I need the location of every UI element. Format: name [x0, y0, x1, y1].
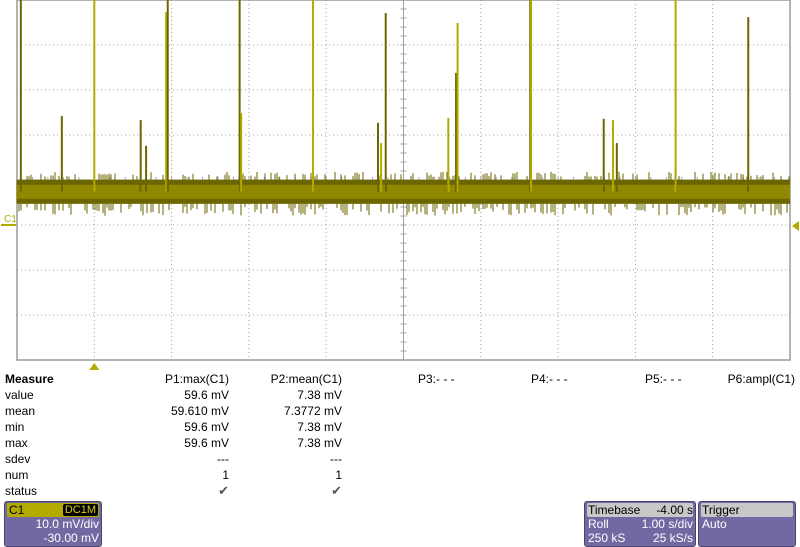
p3-header[interactable]: P3:- - - — [418, 372, 455, 386]
p1-num: 1 — [222, 468, 229, 482]
c1-label: C1 — [9, 503, 25, 517]
p1-max: 59.6 mV — [184, 436, 229, 450]
c1-channel-box[interactable]: C1 DC1M 10.0 mV/div -30.00 mV — [4, 501, 102, 547]
trigger-position-marker — [89, 363, 100, 370]
trigger-label: Trigger — [702, 503, 740, 517]
p1-sdev: --- — [217, 452, 229, 466]
timebase-label: Timebase — [588, 503, 641, 517]
trigger-mode: Auto — [702, 517, 727, 531]
row-label-status: status — [5, 484, 38, 498]
row-label-max: max — [5, 436, 28, 450]
row-label-min: min — [5, 420, 25, 434]
timebase-mode: Roll — [588, 517, 609, 531]
p2-mean: 7.3772 mV — [283, 404, 342, 418]
channel-marker-label: C1 — [4, 214, 17, 225]
p2-value: 7.38 mV — [297, 388, 342, 402]
measure-title: Measure — [5, 372, 54, 386]
coupling-badge: DC1M — [62, 504, 98, 516]
row-label-sdev: sdev — [5, 452, 31, 466]
channel-offset: -30.00 mV — [43, 531, 99, 545]
p1-value: 59.6 mV — [184, 388, 229, 402]
row-label-mean: mean — [5, 404, 36, 418]
row-label-num: num — [5, 468, 29, 482]
trigger-level-marker — [792, 221, 799, 231]
p4-header[interactable]: P4:- - - — [531, 372, 568, 386]
p1-status: ✔ — [218, 483, 229, 498]
volts-per-div: 10.0 mV/div — [35, 517, 99, 531]
p1-header[interactable]: P1:max(C1) — [165, 372, 229, 386]
p1-min: 59.6 mV — [184, 420, 229, 434]
p2-max: 7.38 mV — [297, 436, 342, 450]
p2-num: 1 — [335, 468, 342, 482]
timebase-box[interactable]: Timebase -4.00 s Roll 1.00 s/div 250 kS … — [584, 501, 696, 547]
p2-sdev: --- — [330, 452, 342, 466]
trigger-box[interactable]: Trigger Auto — [698, 501, 796, 547]
sample-count: 250 kS — [588, 531, 626, 545]
sample-rate: 25 kS/s — [652, 531, 693, 545]
p5-header[interactable]: P5:- - - — [645, 372, 682, 386]
p2-header[interactable]: P2:mean(C1) — [271, 372, 342, 386]
p6-header[interactable]: P6:ampl(C1) — [728, 372, 795, 386]
row-label-value: value — [5, 388, 34, 402]
time-per-div: 1.00 s/div — [641, 517, 693, 531]
waveform-display[interactable]: C1 — [0, 0, 800, 372]
p1-mean: 59.610 mV — [170, 404, 229, 418]
p2-status: ✔ — [331, 483, 342, 498]
p2-min: 7.38 mV — [297, 420, 342, 434]
timebase-delay: -4.00 s — [656, 503, 693, 517]
